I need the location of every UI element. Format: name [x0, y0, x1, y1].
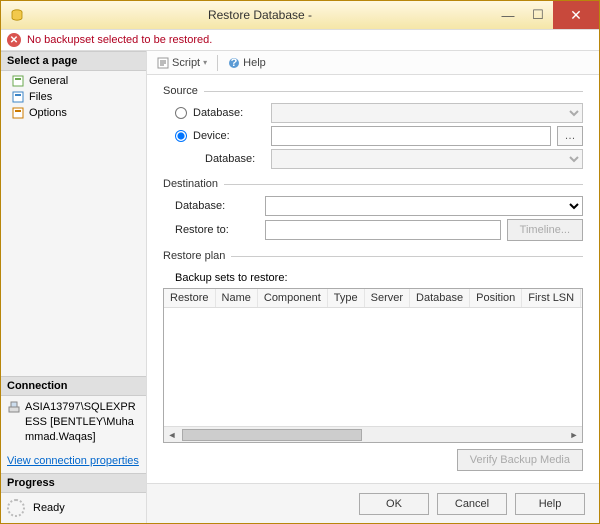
restore-plan-header: Restore plan [163, 250, 225, 262]
destination-group: Destination Database: Restore to: Timeli… [163, 178, 583, 244]
dest-database-label: Database: [175, 200, 259, 212]
timeline-button: Timeline... [507, 219, 583, 241]
script-label: Script [172, 57, 200, 69]
backup-sets-grid[interactable]: RestoreNameComponentTypeServerDatabasePo… [163, 288, 583, 443]
page-general[interactable]: General [1, 73, 146, 89]
grid-column-header[interactable]: Database [410, 289, 470, 307]
titlebar[interactable]: Restore Database - — ☐ ✕ [1, 1, 599, 29]
dropdown-icon: ▾ [203, 58, 207, 67]
grid-column-header[interactable]: Position [470, 289, 522, 307]
page-label: Files [29, 91, 52, 103]
help-button[interactable]: ? Help [224, 55, 270, 71]
page-icon [11, 75, 25, 87]
page-options[interactable]: Options [1, 105, 146, 121]
source-header: Source [163, 85, 198, 97]
progress-row: Ready [1, 493, 146, 523]
error-message: No backupset selected to be restored. [27, 34, 212, 46]
connection-header: Connection [1, 376, 146, 396]
svg-text:?: ? [231, 57, 238, 69]
browse-device-button[interactable]: … [557, 126, 583, 146]
script-icon [157, 57, 169, 69]
error-bar: ✕ No backupset selected to be restored. [1, 29, 599, 51]
source-group: Source Database: Device: … Datab [163, 85, 583, 172]
toolbar-separator [217, 55, 218, 71]
grid-header: RestoreNameComponentTypeServerDatabasePo… [164, 289, 582, 308]
progress-status: Ready [33, 502, 65, 514]
ellipsis-icon: … [565, 130, 576, 142]
source-db-sub-dropdown [271, 149, 583, 169]
connection-text: ASIA13797\SQLEXPRESS [BENTLEY\Muhammad.W… [25, 400, 140, 445]
page-label: Options [29, 107, 67, 119]
window-title: Restore Database - [27, 8, 493, 22]
grid-column-header[interactable]: Restore [164, 289, 216, 307]
progress-header: Progress [1, 473, 146, 493]
dialog-footer: OK Cancel Help [147, 483, 599, 523]
grid-column-header[interactable]: Server [365, 289, 410, 307]
progress-spinner-icon [7, 499, 25, 517]
left-panel: Select a page General Files Options Conn… [1, 51, 147, 523]
restore-database-window: Restore Database - — ☐ ✕ ✕ No backupset … [0, 0, 600, 524]
scroll-thumb[interactable] [182, 429, 362, 441]
grid-column-header[interactable]: First LSN [522, 289, 581, 307]
close-button[interactable]: ✕ [553, 1, 599, 29]
right-panel: Script ▾ ? Help Source Database: [147, 51, 599, 523]
scroll-left-arrow[interactable]: ◄ [164, 430, 180, 440]
restore-to-label: Restore to: [175, 224, 259, 236]
source-database-label: Database: [193, 107, 265, 119]
help-icon: ? [228, 57, 240, 69]
source-database-radio[interactable] [175, 107, 187, 119]
verify-backup-media-button: Verify Backup Media [457, 449, 583, 471]
grid-column-header[interactable]: Name [216, 289, 258, 307]
page-files[interactable]: Files [1, 89, 146, 105]
script-button[interactable]: Script ▾ [153, 55, 211, 71]
maximize-button[interactable]: ☐ [523, 1, 553, 29]
ok-button[interactable]: OK [359, 493, 429, 515]
grid-column-header[interactable]: Component [258, 289, 328, 307]
error-icon: ✕ [7, 33, 21, 47]
page-icon [11, 107, 25, 119]
horizontal-scrollbar[interactable]: ◄ ► [164, 426, 582, 442]
backup-sets-caption: Backup sets to restore: [175, 272, 583, 284]
connection-info: ASIA13797\SQLEXPRESS [BENTLEY\Muhammad.W… [1, 396, 146, 449]
grid-column-header[interactable]: Type [328, 289, 365, 307]
restore-to-input [265, 220, 501, 240]
source-device-radio[interactable] [175, 130, 187, 142]
grid-column-header[interactable]: Last LSN [581, 289, 583, 307]
source-db-sub-label: Database: [193, 153, 265, 165]
view-connection-properties-link[interactable]: View connection properties [1, 449, 146, 473]
page-label: General [29, 75, 68, 87]
page-icon [11, 91, 25, 103]
app-icon [7, 8, 27, 22]
restore-plan-group: Restore plan Backup sets to restore: Res… [163, 250, 583, 471]
scroll-right-arrow[interactable]: ► [566, 430, 582, 440]
select-page-header: Select a page [1, 51, 146, 71]
help-footer-button[interactable]: Help [515, 493, 585, 515]
cancel-button[interactable]: Cancel [437, 493, 507, 515]
source-device-input[interactable] [271, 126, 551, 146]
source-device-label: Device: [193, 130, 265, 142]
page-list: General Files Options [1, 71, 146, 123]
source-database-dropdown [271, 103, 583, 123]
toolbar: Script ▾ ? Help [147, 51, 599, 75]
minimize-button[interactable]: — [493, 1, 523, 29]
server-icon [7, 401, 21, 413]
destination-header: Destination [163, 178, 218, 190]
dest-database-dropdown[interactable] [265, 196, 583, 216]
help-label: Help [243, 57, 266, 69]
grid-body [164, 308, 582, 426]
